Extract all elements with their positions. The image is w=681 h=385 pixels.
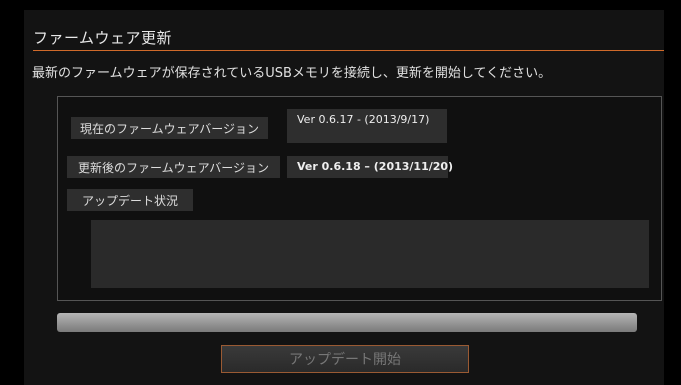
version-info-box: 現在のファームウェアバージョン Ver 0.6.17 - (2013/9/17)… (57, 96, 662, 301)
update-status-label: アップデート状況 (67, 189, 193, 211)
start-update-button[interactable]: アップデート開始 (221, 345, 469, 373)
instruction-text: 最新のファームウェアが保存されているUSBメモリを接続し、更新を開始してください… (32, 66, 552, 81)
title-divider (33, 50, 664, 51)
firmware-update-screen: ファームウェア更新 最新のファームウェアが保存されているUSBメモリを接続し、更… (0, 0, 681, 385)
update-status-area (91, 220, 649, 288)
current-version-label: 現在のファームウェアバージョン (71, 117, 268, 139)
new-version-value: Ver 0.6.18 – (2013/11/20) (287, 156, 453, 178)
update-progress-bar (57, 313, 637, 332)
firmware-update-panel: ファームウェア更新 最新のファームウェアが保存されているUSBメモリを接続し、更… (24, 10, 664, 385)
current-version-value: Ver 0.6.17 - (2013/9/17) (287, 109, 447, 143)
page-title: ファームウェア更新 (33, 29, 173, 47)
new-version-label: 更新後のファームウェアバージョン (67, 156, 280, 178)
